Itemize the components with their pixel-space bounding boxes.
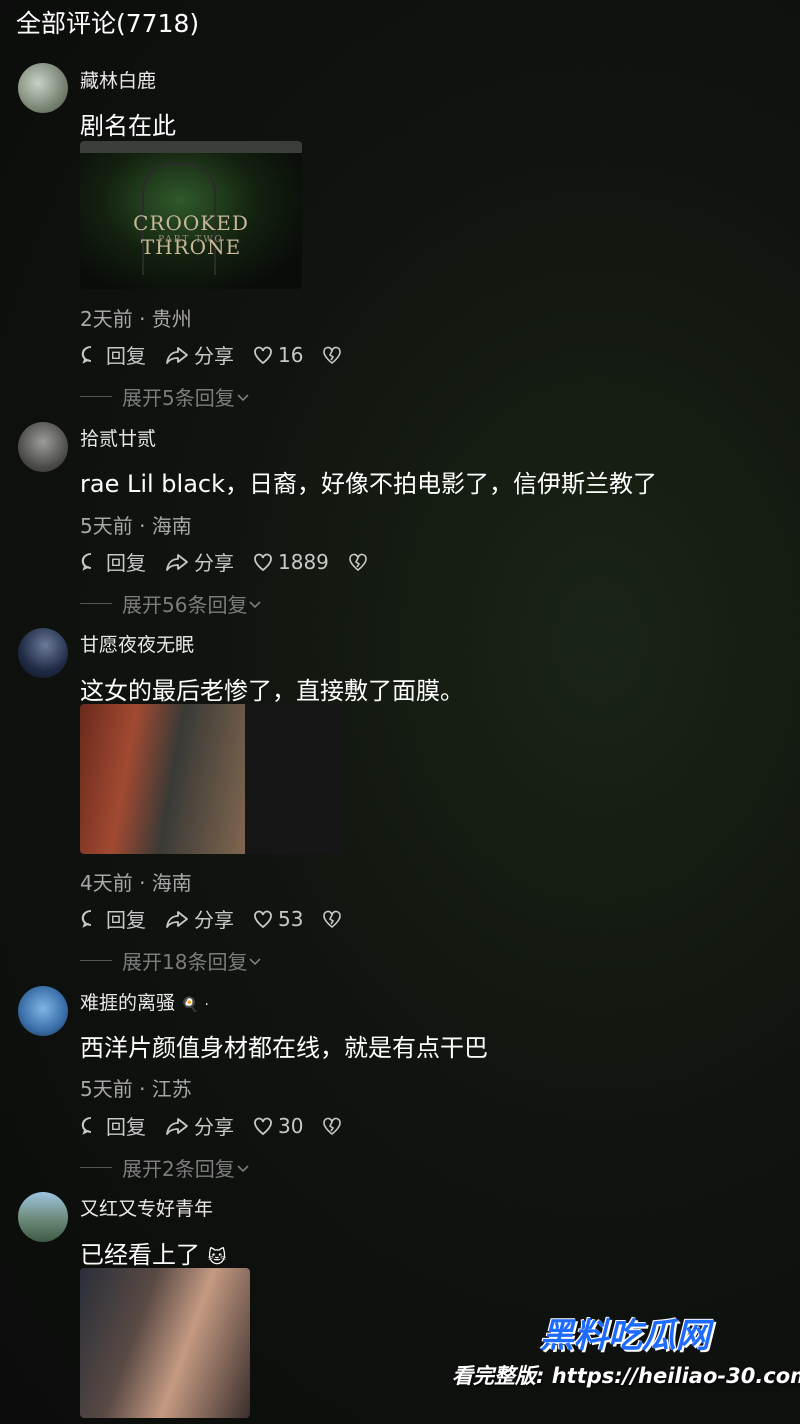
egg-icon: 🍳: [181, 997, 199, 1013]
comment-text: 西洋片颜值身材都在线，就是有点干巴: [80, 1034, 488, 1062]
comment-image[interactable]: [80, 1268, 250, 1418]
comment-username[interactable]: 难捱的离骚 🍳 ·: [80, 988, 209, 1015]
comment-actions: 回复 分享 30: [80, 1111, 365, 1140]
comment-text: 这女的最后老惨了，直接敷了面膜。: [80, 677, 464, 705]
share-button[interactable]: 分享: [164, 547, 234, 576]
expand-replies-button[interactable]: 展开5条回复: [80, 382, 251, 411]
comment-icon: [81, 552, 92, 571]
image-side-panel: [245, 704, 346, 854]
comment-username[interactable]: 藏林白鹿: [80, 66, 156, 93]
expand-replies-button[interactable]: 展开56条回复: [80, 589, 263, 618]
comment-icon: [81, 345, 92, 364]
comment-time-location: 5天前 · 江苏: [80, 1077, 192, 1101]
share-button[interactable]: 分享: [164, 340, 234, 369]
chevron-down-icon: [237, 1164, 249, 1172]
expand-replies-button[interactable]: 展开2条回复: [80, 1153, 251, 1182]
like-button[interactable]: 30: [252, 1114, 303, 1138]
comment-text: 剧名在此: [80, 112, 176, 140]
comment-icon: [81, 1116, 92, 1135]
watermark-brand: 黑料吃瓜网: [540, 1316, 710, 1356]
heart-icon: [254, 910, 272, 928]
comment-text: 已经看上了 🐱: [80, 1241, 227, 1269]
like-button[interactable]: 53: [252, 907, 303, 931]
avatar[interactable]: [18, 422, 68, 472]
watermark-url: 看完整版: https://heiliao-30.com: [452, 1364, 800, 1388]
reply-button[interactable]: 回复: [80, 904, 146, 933]
dot-icon: ·: [204, 997, 209, 1013]
avatar[interactable]: [18, 63, 68, 113]
comment-actions: 回复 分享 1889: [80, 547, 391, 576]
comment-time-location: 2天前 · 贵州: [80, 307, 192, 331]
chevron-down-icon: [249, 957, 262, 965]
chevron-down-icon: [249, 600, 262, 608]
image-subcaption: PART TWO: [158, 235, 224, 245]
comment-username[interactable]: 又红又专好青年: [80, 1194, 213, 1221]
like-button[interactable]: 1889: [252, 550, 329, 574]
comment-time-location: 4天前 · 海南: [80, 871, 192, 895]
dislike-button[interactable]: [321, 908, 347, 930]
avatar[interactable]: [18, 986, 68, 1036]
dislike-button[interactable]: [321, 344, 347, 366]
like-button[interactable]: 16: [252, 343, 303, 367]
comment-username[interactable]: 甘愿夜夜无眠: [80, 630, 194, 657]
expand-replies-button[interactable]: 展开18条回复: [80, 946, 263, 975]
comment-actions: 回复 分享 16: [80, 340, 365, 369]
comments-header: 全部评论(7718): [16, 9, 200, 38]
comment-image[interactable]: [80, 704, 346, 854]
broken-heart-icon: [323, 910, 342, 928]
share-icon: [166, 553, 188, 571]
share-icon: [166, 1117, 188, 1135]
comment-image[interactable]: CROOKED THRONE PART TWO: [80, 141, 302, 289]
reply-button[interactable]: 回复: [80, 1111, 146, 1140]
comment-time-location: 5天前 · 海南: [80, 514, 192, 538]
heart-icon: [254, 1117, 272, 1135]
comment-actions: 回复 分享 53: [80, 904, 365, 933]
share-icon: [166, 910, 188, 928]
comment-text: rae Lil black，日裔，好像不拍电影了，信伊斯兰教了: [80, 470, 658, 498]
cat-emoji-icon: 🐱: [207, 1247, 227, 1268]
dislike-button[interactable]: [321, 1115, 347, 1137]
broken-heart-icon: [323, 1117, 342, 1135]
dislike-button[interactable]: [347, 551, 373, 573]
comment-username[interactable]: 拾贰廿贰: [80, 424, 156, 451]
avatar[interactable]: [18, 628, 68, 678]
comment-icon: [81, 909, 92, 928]
chevron-down-icon: [237, 393, 249, 401]
share-button[interactable]: 分享: [164, 1111, 234, 1140]
share-button[interactable]: 分享: [164, 904, 234, 933]
broken-heart-icon: [349, 553, 367, 571]
share-icon: [166, 346, 188, 364]
heart-icon: [254, 346, 272, 364]
reply-button[interactable]: 回复: [80, 340, 146, 369]
heart-icon: [254, 553, 272, 571]
avatar[interactable]: [18, 1192, 68, 1242]
image-scene: [80, 704, 245, 854]
image-toolbar: [80, 141, 302, 153]
broken-heart-icon: [323, 346, 342, 364]
reply-button[interactable]: 回复: [80, 547, 146, 576]
